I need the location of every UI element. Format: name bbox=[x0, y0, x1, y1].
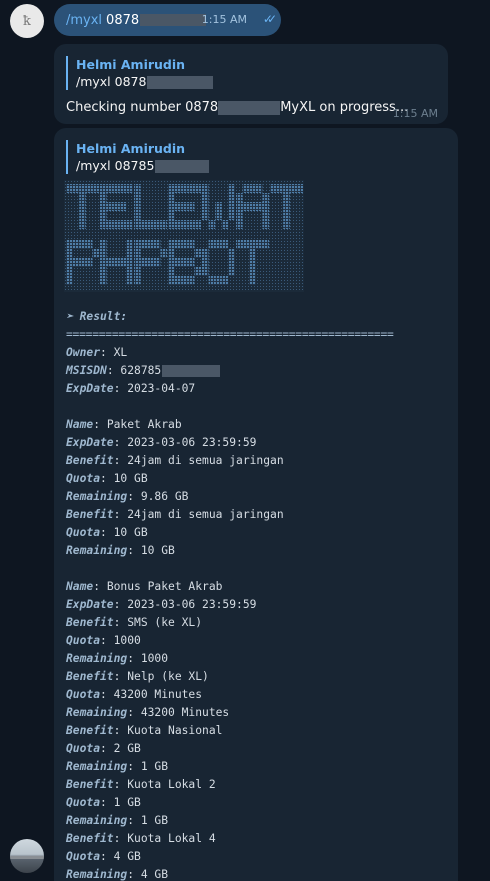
remaining-line: Remaining: 4 GB bbox=[66, 868, 169, 881]
owner-line: Owner: XL bbox=[66, 346, 128, 359]
quote-author: Helmi Amirudin bbox=[76, 57, 186, 72]
quote-author: Helmi Amirudin bbox=[76, 141, 186, 156]
remaining-line: Remaining: 1 GB bbox=[66, 814, 169, 827]
benefit-line: Benefit: Kuota Nasional bbox=[66, 724, 223, 737]
quota-line: Quota: 1 GB bbox=[66, 796, 141, 809]
remaining-line: Remaining: 10 GB bbox=[66, 544, 175, 557]
benefit-line: Benefit: Kuota Lokal 2 bbox=[66, 778, 216, 791]
benefit-line: Benefit: 24jam di semua jaringan bbox=[66, 454, 284, 467]
remaining-line: Remaining: 1 GB bbox=[66, 760, 169, 773]
progress-text: Checking number 0878 MyXL on progress... bbox=[66, 100, 409, 115]
quota-line: Quota: 43200 Minutes bbox=[66, 688, 203, 701]
result-block: ➣ Result: ===============================… bbox=[66, 308, 394, 881]
expdate-line: ExpDate: 2023-04-07 bbox=[66, 382, 196, 395]
quote-text: /myxl 0878 bbox=[76, 73, 214, 90]
quota-line: Quota: 1000 bbox=[66, 634, 141, 647]
benefit-line: Benefit: 24jam di semua jaringan bbox=[66, 508, 284, 521]
result-separator: ========================================… bbox=[66, 328, 394, 341]
phone-number: 0878 bbox=[106, 12, 140, 28]
reply-quote[interactable]: Helmi Amirudin /myxl 08785 bbox=[66, 140, 210, 174]
quota-line: Quota: 10 GB bbox=[66, 472, 148, 485]
telewat-phpbot-banner bbox=[64, 180, 304, 292]
user-avatar[interactable]: ꝁ bbox=[10, 4, 44, 38]
outgoing-message[interactable]: /myxl 0878 1:15 AM ✓✓ bbox=[54, 4, 281, 36]
benefit-line: Benefit: Kuota Lokal 4 bbox=[66, 832, 216, 845]
bot-reply-progress[interactable]: Helmi Amirudin /myxl 0878 Checking numbe… bbox=[54, 44, 448, 124]
package-expdate: ExpDate: 2023-03-06 23:59:59 bbox=[66, 436, 257, 449]
command-link[interactable]: /myxl bbox=[66, 13, 102, 28]
remaining-line: Remaining: 1000 bbox=[66, 652, 169, 665]
message-time: 1:15 AM bbox=[201, 13, 247, 26]
redacted-number bbox=[140, 14, 207, 26]
avatar-initials-icon: ꝁ bbox=[22, 13, 32, 29]
bot-avatar[interactable] bbox=[10, 839, 44, 873]
bot-reply-result[interactable]: Helmi Amirudin /myxl 08785 ➣ Result: ====… bbox=[54, 128, 458, 881]
package-name: Name: Paket Akrab bbox=[66, 418, 182, 431]
msisdn-line: MSISDN: 628785 bbox=[66, 362, 394, 380]
remaining-line: Remaining: 9.86 GB bbox=[66, 490, 189, 503]
package-expdate: ExpDate: 2023-03-06 23:59:59 bbox=[66, 598, 257, 611]
quote-text: /myxl 08785 bbox=[76, 157, 210, 174]
benefit-line: Benefit: SMS (ke XL) bbox=[66, 616, 203, 629]
read-checkmarks-icon: ✓✓ bbox=[262, 12, 277, 26]
benefit-line: Benefit: Nelp (ke XL) bbox=[66, 670, 209, 683]
remaining-line: Remaining: 43200 Minutes bbox=[66, 706, 230, 719]
quota-line: Quota: 2 GB bbox=[66, 742, 141, 755]
quota-line: Quota: 4 GB bbox=[66, 850, 141, 863]
quota-line: Quota: 10 GB bbox=[66, 526, 148, 539]
result-header: ➣ Result: bbox=[66, 310, 128, 323]
reply-quote[interactable]: Helmi Amirudin /myxl 0878 bbox=[66, 56, 214, 90]
message-time: 1:15 AM bbox=[392, 107, 438, 120]
package-name: Name: Bonus Paket Akrab bbox=[66, 580, 223, 593]
